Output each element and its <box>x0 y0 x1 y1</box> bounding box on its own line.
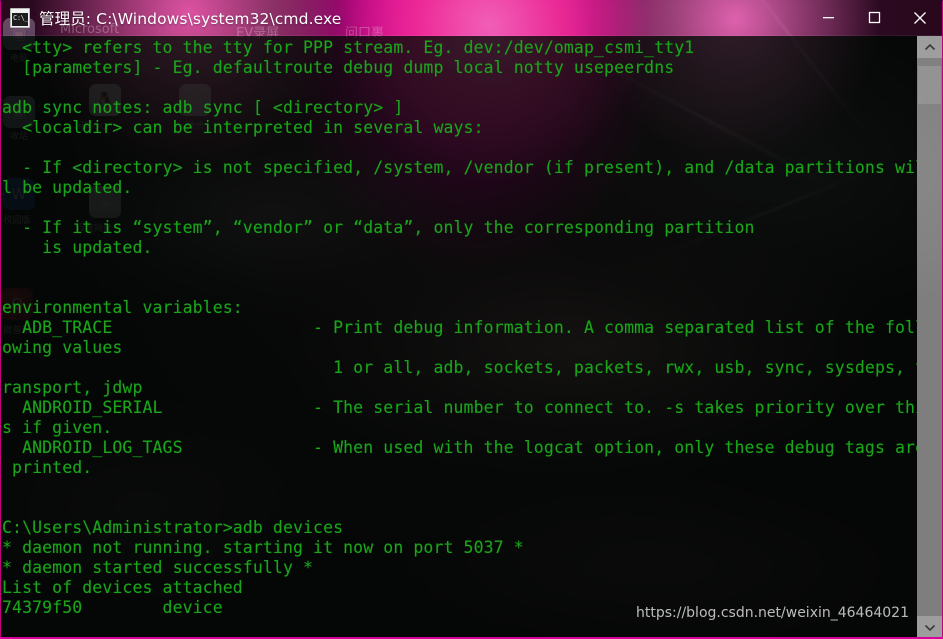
close-button[interactable] <box>897 0 943 36</box>
console-line: * daemon started successfully * <box>2 558 314 577</box>
minimize-icon <box>822 17 834 19</box>
close-icon <box>914 11 926 24</box>
console-line: ANDROID_LOG_TAGS - When used with the lo… <box>2 438 917 457</box>
console-line: <tty> refers to the tty for PPP stream. … <box>2 38 695 57</box>
console-line: owing values <box>2 338 123 357</box>
console-line: ADB_TRACE - Print debug information. A c… <box>2 318 917 337</box>
console-line: l be updated. <box>2 178 133 197</box>
title-bar[interactable]: 管理员: C:\Windows\system32\cmd.exe <box>0 0 943 36</box>
console-line: ransport, jdwp <box>2 378 143 397</box>
chevron-up-icon <box>924 43 935 50</box>
console-line: adb sync notes: adb sync [ <directory> ] <box>2 98 404 117</box>
console-output[interactable]: <tty> refers to the tty for PPP stream. … <box>1 36 917 638</box>
console-line: <localdir> can be interpreted in several… <box>2 118 484 137</box>
scrollbar-track[interactable] <box>917 58 942 616</box>
window-title: 管理员: C:\Windows\system32\cmd.exe <box>39 9 342 28</box>
console-line: - If <directory> is not specified, /syst… <box>2 158 917 177</box>
console-line: List of devices attached <box>2 578 243 597</box>
scrollbar-thumb[interactable] <box>918 66 941 104</box>
console-line: C:\Users\Administrator>adb devices <box>2 518 344 537</box>
console-line: is updated. <box>2 238 153 257</box>
console-line: 74379f50 device <box>2 598 223 617</box>
cmd-console-icon <box>10 7 30 28</box>
chevron-down-icon <box>924 624 935 631</box>
maximize-icon <box>868 11 880 24</box>
maximize-button[interactable] <box>851 0 897 36</box>
scroll-down-button[interactable] <box>917 616 942 638</box>
cmd-window: ▣电脑▣收站🐧闲聊QQ✉微信W校园版☁百度网盘O欧普乐 MicrosoftEV录… <box>0 0 943 639</box>
console-line: s if given. <box>2 418 113 437</box>
console-line: - If it is “system”, “vendor” or “data”,… <box>2 218 755 237</box>
minimize-button[interactable] <box>805 0 851 36</box>
console-line: ANDROID_SERIAL - The serial number to co… <box>2 398 917 417</box>
console-line: 1 or all, adb, sockets, packets, rwx, us… <box>2 358 917 377</box>
console-line: printed. <box>2 458 93 477</box>
scroll-up-button[interactable] <box>917 36 942 58</box>
console-scrollbar[interactable] <box>917 36 942 638</box>
console-line: * daemon not running. starting it now on… <box>2 538 524 557</box>
console-line: [parameters] - Eg. defaultroute debug du… <box>2 58 675 77</box>
console-line: environmental variables: <box>2 298 243 317</box>
